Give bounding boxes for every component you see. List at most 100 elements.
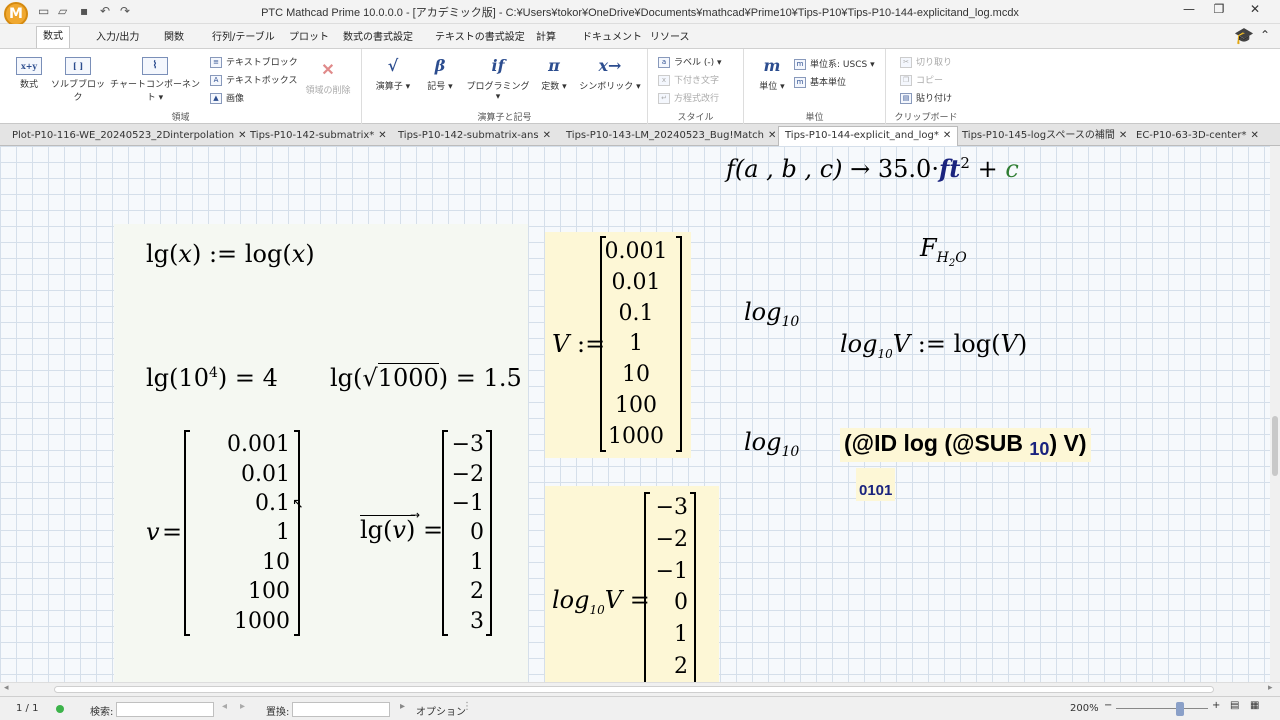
id-expression[interactable]: (@ID log (@SUB 10) V) [840, 428, 1091, 462]
paste-button[interactable]: ▤ 貼り付け [900, 91, 952, 104]
math-region-button[interactable]: x+y 数式 [10, 57, 48, 90]
matrix-cell: 0 [470, 520, 484, 546]
tab-plots[interactable]: プロット [283, 28, 335, 48]
text-block-button[interactable]: ≡ テキストブロック [210, 55, 298, 68]
symbolic-button[interactable]: x→ シンボリック ▾ [578, 55, 642, 92]
log10-label[interactable]: log10 [744, 298, 799, 330]
search-input[interactable] [116, 702, 214, 717]
draft-view-icon[interactable]: ▦ [1250, 700, 1259, 711]
zoom-slider-thumb[interactable] [1176, 702, 1184, 716]
scroll-left-icon[interactable]: ◂ [4, 683, 9, 693]
doc-tab[interactable]: Plot-P10-116-WE_20240523_2Dinterpolation… [6, 127, 253, 146]
open-folder-icon[interactable]: ▱ [58, 4, 67, 18]
units-button[interactable]: m 単位 ▾ [752, 55, 792, 92]
vectorized-lg[interactable]: lg(v) = [360, 515, 443, 544]
log10V-definition[interactable]: log10V := log(V) [840, 330, 1027, 361]
tab-math[interactable]: 数式 [36, 26, 70, 48]
redo-icon[interactable]: ↷ [120, 4, 130, 18]
solve-block-button[interactable]: [ ] ソルブブロック [50, 57, 106, 103]
tab-text-formatting[interactable]: テキストの書式設定 [429, 28, 531, 48]
restore-button[interactable]: ❐ [1204, 2, 1234, 20]
matrix-cell: 100 [615, 393, 657, 419]
options-button[interactable]: オプション [416, 703, 466, 718]
doc-tab[interactable]: Tips-P10-145-logスペースの補間 ✕ [956, 127, 1133, 146]
close-tab-icon[interactable]: ✕ [943, 130, 951, 141]
unit-system-dropdown[interactable]: m 単位系: USCS ▾ [794, 57, 875, 70]
matrix-cell: 0.001 [604, 238, 668, 264]
tab-resources[interactable]: リソース [644, 28, 696, 48]
image-button[interactable]: ▲ 画像 [210, 91, 244, 104]
symbolic-result-region[interactable]: f(a , b , c) → 35.0·ft2 + c [726, 154, 1019, 183]
scroll-thumb[interactable] [1272, 416, 1278, 476]
worksheet[interactable]: f(a , b , c) → 35.0·ft2 + c lg(x) := log… [0, 146, 1270, 682]
new-document-icon[interactable]: ▭ [38, 4, 49, 18]
tab-math-formatting[interactable]: 数式の書式設定 [337, 28, 419, 48]
V-matrix[interactable]: 0.001 0.01 0.1 1 10 100 1000 [604, 236, 668, 452]
doc-tab[interactable]: Tips-P10-142-submatrix* ✕ [244, 127, 393, 146]
graduation-cap-icon[interactable]: 🎓 [1234, 26, 1254, 45]
tab-input-output[interactable]: 入力/出力 [90, 28, 145, 48]
label-dropdown[interactable]: a ラベル (-) ▾ [658, 55, 722, 68]
undo-icon[interactable]: ↶ [100, 4, 110, 18]
matrix-cell: 0.001 [227, 432, 290, 458]
options-expand-icon[interactable]: ⋮ [462, 701, 472, 712]
group-style: a ラベル (-) ▾ x 下付き文字 ↵ 方程式改行 スタイル [648, 49, 744, 125]
logV-matrix[interactable]: −3 −2 −1 0 1 2 [650, 492, 688, 682]
matrix-cell: −2 [655, 526, 688, 552]
doc-tab[interactable]: Tips-P10-143-LM_20240523_Bug!Match ✕ [560, 127, 782, 146]
delete-region-button[interactable]: ✕ 領域の削除 [300, 59, 356, 96]
zoom-in-icon[interactable]: + [1212, 700, 1220, 711]
lgv-matrix[interactable]: −3 −2 −1 0 1 2 3 [448, 430, 484, 636]
vertical-scrollbar[interactable] [1270, 146, 1280, 682]
close-tab-icon[interactable]: ✕ [1250, 130, 1258, 141]
binary-value[interactable]: 0101 [856, 468, 896, 501]
subscript-button[interactable]: x 下付き文字 [658, 73, 719, 86]
matrix-cell: 0.01 [241, 461, 290, 487]
programming-button[interactable]: if プログラミング ▾ [466, 55, 530, 102]
search-next-icon[interactable]: ▸ [240, 701, 245, 712]
search-prev-icon[interactable]: ◂ [222, 701, 227, 712]
symbols-button[interactable]: β 記号 ▾ [420, 55, 460, 92]
close-button[interactable]: ✕ [1240, 2, 1270, 20]
doc-tab-active[interactable]: Tips-P10-144-explicit_and_log* ✕ [778, 126, 959, 146]
mathcad-logo-icon[interactable]: M [4, 2, 28, 26]
close-tab-icon[interactable]: ✕ [1119, 130, 1127, 141]
tab-functions[interactable]: 関数 [158, 28, 190, 48]
pi-icon: π [548, 56, 560, 75]
doc-tab[interactable]: EC-P10-63-3D-center* ✕ [1130, 127, 1265, 146]
v-matrix[interactable]: 0.001 0.01 0.1 1 10 100 1000 [190, 430, 290, 636]
replace-input[interactable] [292, 702, 390, 717]
close-tab-icon[interactable]: ✕ [378, 130, 386, 141]
tab-matrices-tables[interactable]: 行列/テーブル [206, 28, 281, 48]
doc-tab[interactable]: Tips-P10-142-submatrix-ans ✕ [392, 127, 557, 146]
base-units-button[interactable]: m 基本単位 [794, 75, 846, 88]
label-icon: a [658, 57, 670, 68]
close-tab-icon[interactable]: ✕ [768, 130, 776, 141]
lg-definition[interactable]: lg(x) := log(x) [146, 240, 315, 268]
collapse-ribbon-icon[interactable]: ⌃ [1260, 28, 1270, 42]
chart-component-button[interactable]: ⌇ チャートコンポーネント ▾ [110, 57, 200, 103]
scroll-right-icon[interactable]: ▸ [1268, 683, 1273, 693]
operators-button[interactable]: √ 演算子 ▾ [370, 55, 416, 92]
page-view-icon[interactable]: ▤ [1230, 700, 1239, 711]
close-tab-icon[interactable]: ✕ [543, 130, 551, 141]
lg-eval-power[interactable]: lg(104) = 4 [146, 364, 278, 392]
scroll-thumb[interactable] [54, 686, 1214, 693]
copy-button[interactable]: ❐ コピー [900, 73, 943, 86]
matrix-cell: 0.1 [618, 300, 654, 326]
lg-eval-sqrt[interactable]: lg(√1000) = 1.5 [330, 363, 522, 392]
tab-document[interactable]: ドキュメント [576, 28, 648, 48]
text-box-button[interactable]: A テキストボックス [210, 73, 297, 86]
zoom-out-icon[interactable]: − [1104, 700, 1112, 711]
save-icon[interactable]: ▪ [80, 4, 88, 18]
zoom-slider[interactable] [1116, 708, 1208, 709]
meter-icon: m [763, 56, 781, 75]
constants-button[interactable]: π 定数 ▾ [534, 55, 574, 92]
log10-label[interactable]: log10 [744, 428, 799, 460]
horizontal-scrollbar[interactable]: ◂ ▸ [0, 682, 1280, 696]
cut-button[interactable]: ✂ 切り取り [900, 55, 952, 68]
minimize-button[interactable]: — [1174, 2, 1204, 20]
equation-line-break-button[interactable]: ↵ 方程式改行 [658, 91, 719, 104]
F-H2O-variable[interactable]: FH2O [920, 234, 967, 269]
tab-calculation[interactable]: 計算 [530, 28, 562, 48]
